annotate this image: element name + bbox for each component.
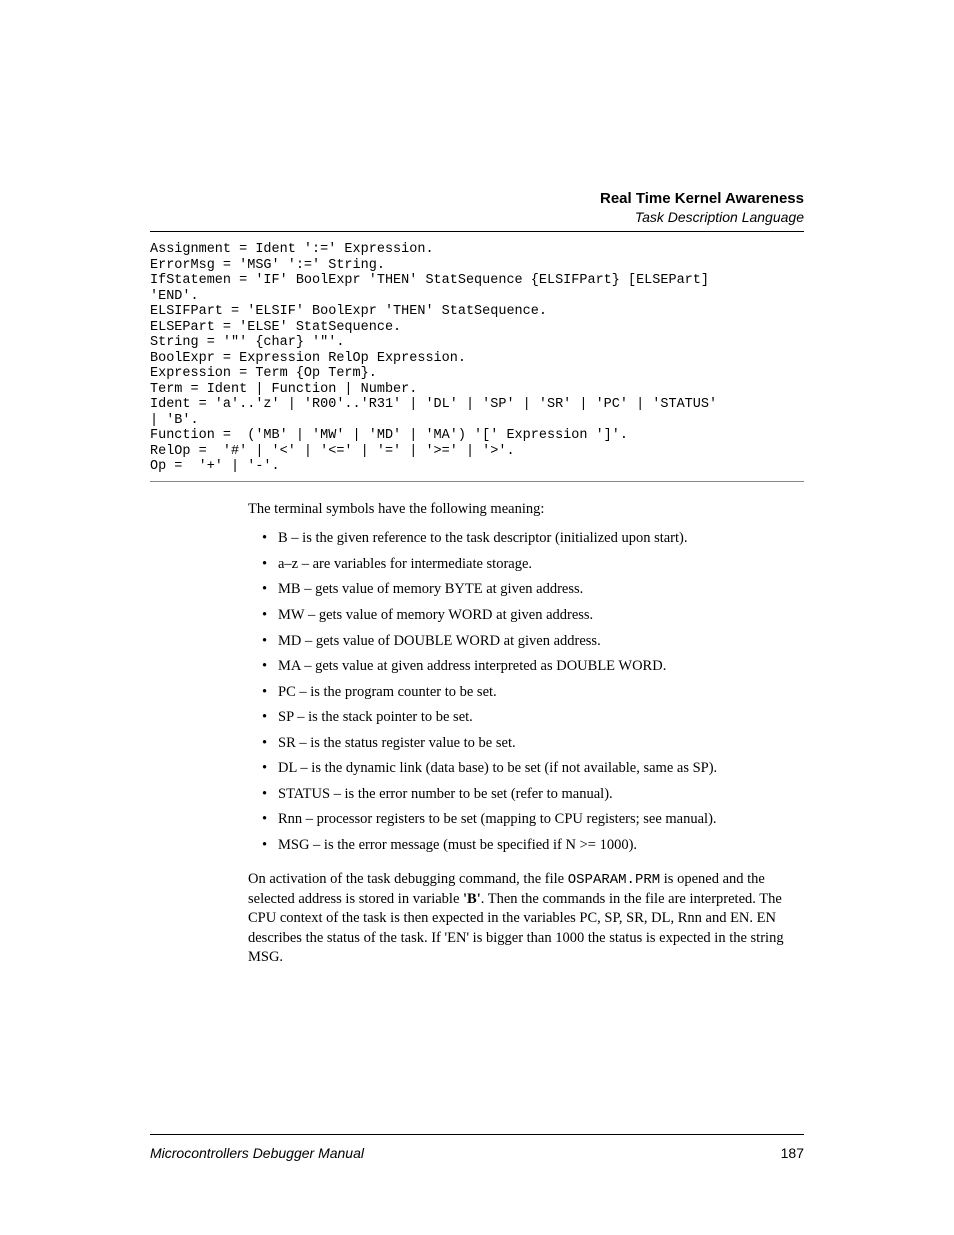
page-header: Real Time Kernel Awareness Task Descript… (150, 190, 804, 225)
list-item: MSG – is the error message (must be spec… (248, 836, 804, 856)
page-number: 187 (781, 1145, 804, 1161)
list-item: DL – is the dynamic link (data base) to … (248, 759, 804, 779)
footer-rule (150, 1134, 804, 1135)
list-item: MA – gets value at given address interpr… (248, 657, 804, 677)
symbol-list: B – is the given reference to the task d… (248, 529, 804, 855)
list-item: B – is the given reference to the task d… (248, 529, 804, 549)
code-rule (150, 481, 804, 482)
header-subtitle: Task Description Language (150, 209, 804, 225)
header-title: Real Time Kernel Awareness (150, 190, 804, 207)
variable-b: 'B' (463, 891, 481, 907)
page-footer: Microcontrollers Debugger Manual 187 (150, 1145, 804, 1161)
list-item: PC – is the program counter to be set. (248, 683, 804, 703)
header-rule (150, 231, 804, 232)
list-item: SR – is the status register value to be … (248, 734, 804, 754)
grammar-code-block: Assignment = Ident ':=' Expression. Erro… (150, 242, 804, 475)
intro-text: The terminal symbols have the following … (248, 500, 804, 520)
document-page: Real Time Kernel Awareness Task Descript… (0, 0, 954, 1235)
list-item: a–z – are variables for intermediate sto… (248, 555, 804, 575)
filename-text: OSPARAM.PRM (568, 872, 660, 888)
list-item: SP – is the stack pointer to be set. (248, 708, 804, 728)
list-item: STATUS – is the error number to be set (… (248, 785, 804, 805)
activation-paragraph: On activation of the task debugging comm… (248, 870, 804, 968)
list-item: MD – gets value of DOUBLE WORD at given … (248, 632, 804, 652)
body-text: The terminal symbols have the following … (248, 500, 804, 968)
para-text: On activation of the task debugging comm… (248, 871, 568, 887)
list-item: Rnn – processor registers to be set (map… (248, 810, 804, 830)
footer-left: Microcontrollers Debugger Manual (150, 1145, 364, 1161)
list-item: MW – gets value of memory WORD at given … (248, 606, 804, 626)
list-item: MB – gets value of memory BYTE at given … (248, 580, 804, 600)
